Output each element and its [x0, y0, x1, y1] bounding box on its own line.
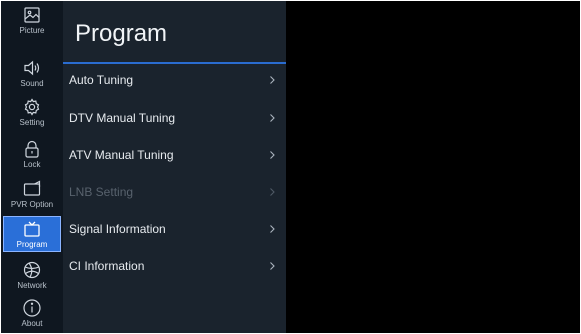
sidebar-item-label: Network: [17, 281, 47, 290]
title-divider: [63, 62, 286, 64]
menu-item-dtv-manual-tuning[interactable]: DTV Manual Tuning: [63, 103, 286, 133]
sidebar: Picture Sound Setting Lock PVR Option Pr…: [1, 1, 63, 333]
chevron-right-icon: [270, 151, 275, 159]
gear-icon: [24, 98, 40, 116]
sidebar-item-program[interactable]: Program: [3, 216, 61, 252]
menu-item-signal-information[interactable]: Signal Information: [63, 214, 286, 244]
sidebar-item-picture[interactable]: Picture: [1, 3, 63, 40]
sidebar-item-label: Program: [16, 240, 48, 249]
chevron-right-icon: [270, 188, 275, 196]
sidebar-item-label: PVR Option: [10, 200, 54, 209]
menu-item-label: DTV Manual Tuning: [69, 111, 176, 125]
sidebar-item-sound[interactable]: Sound: [1, 56, 63, 93]
sidebar-item-label: Setting: [19, 118, 45, 127]
menu-item-label: Auto Tuning: [69, 73, 134, 87]
picture-icon: [24, 7, 40, 23]
sidebar-item-lock[interactable]: Lock: [1, 137, 63, 174]
chevron-right-icon: [270, 114, 275, 122]
tv-menu-screen: Picture Sound Setting Lock PVR Option Pr…: [0, 0, 581, 334]
tv-preview-area: [286, 1, 580, 333]
chevron-right-icon: [270, 225, 275, 233]
info-icon: [23, 299, 41, 317]
sidebar-item-label: About: [21, 319, 43, 328]
chevron-right-icon: [270, 262, 275, 270]
globe-icon: [23, 261, 41, 279]
sidebar-item-setting[interactable]: Setting: [1, 95, 63, 132]
lock-icon: [25, 140, 39, 158]
sidebar-item-network[interactable]: Network: [1, 258, 63, 295]
menu-item-ci-information[interactable]: CI Information: [63, 251, 286, 281]
chevron-right-icon: [270, 76, 275, 84]
menu-item-lnb-setting: LNB Setting: [63, 177, 286, 207]
menu-item-auto-tuning[interactable]: Auto Tuning: [63, 65, 286, 95]
sidebar-item-label: Lock: [23, 160, 41, 169]
menu-item-label: LNB Setting: [69, 185, 134, 199]
menu-item-label: CI Information: [69, 259, 145, 273]
page-title: Program: [75, 20, 168, 47]
menu-item-atv-manual-tuning[interactable]: ATV Manual Tuning: [63, 140, 286, 170]
sidebar-item-about[interactable]: About: [1, 296, 63, 333]
record-icon: [23, 180, 41, 196]
tv-icon: [24, 221, 40, 237]
menu-item-label: ATV Manual Tuning: [69, 148, 174, 162]
speaker-icon: [24, 60, 40, 76]
program-menu-panel: Program Auto Tuning DTV Manual Tuning AT…: [63, 1, 286, 333]
menu-item-label: Signal Information: [69, 222, 166, 236]
sidebar-item-pvr-option[interactable]: PVR Option: [1, 177, 63, 214]
sidebar-item-label: Picture: [19, 26, 45, 35]
sidebar-item-label: Sound: [20, 79, 44, 88]
